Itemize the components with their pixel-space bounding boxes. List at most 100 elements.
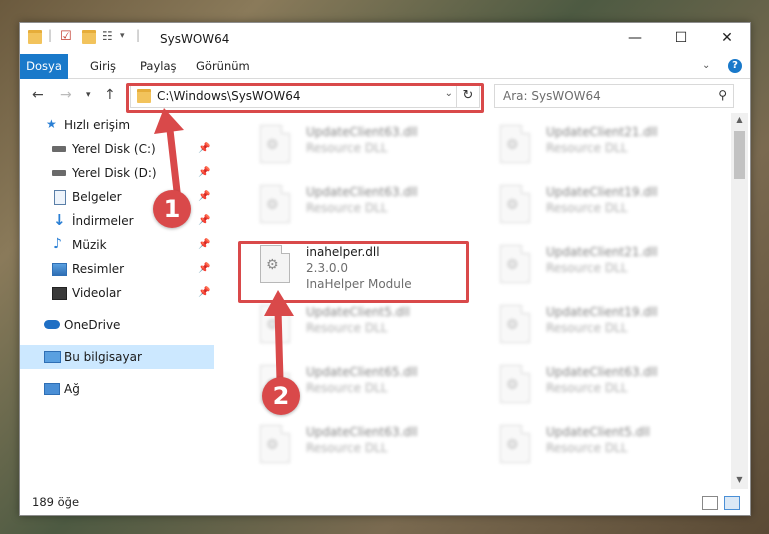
properties-icon[interactable]: ☑ <box>60 29 72 44</box>
vertical-scrollbar[interactable]: ▲ ▼ <box>731 113 748 489</box>
sidebar-item-pictures[interactable]: Resimler 📌 <box>20 257 214 281</box>
file-name: UpdateClient63.dll <box>306 125 418 139</box>
file-item[interactable]: ⚙ UpdateClient63.dll Resource DLL <box>480 359 700 411</box>
tab-home[interactable]: Giriş <box>90 54 116 78</box>
downloads-icon: ↓ <box>53 211 66 229</box>
callout-1: 1 <box>153 190 191 228</box>
maximize-button[interactable]: ☐ <box>658 23 704 54</box>
ribbon: Dosya Giriş Paylaş Görünüm ⌄ ? <box>20 54 750 106</box>
separator: | <box>48 28 53 42</box>
sidebar-item-videos[interactable]: Videolar 📌 <box>20 281 214 305</box>
file-description: Resource DLL <box>546 381 628 395</box>
sidebar-item-label: Ağ <box>64 382 80 396</box>
file-description: Resource DLL <box>546 441 628 455</box>
minimize-button[interactable]: — <box>612 23 658 54</box>
sidebar-item-label: OneDrive <box>64 318 121 332</box>
large-icons-view-icon[interactable] <box>724 496 740 510</box>
file-description: Resource DLL <box>306 441 388 455</box>
file-description: Resource DLL <box>306 381 388 395</box>
pin-icon[interactable]: 📌 <box>198 257 210 281</box>
explorer-window: | ☑ ☷ ▾ | SysWOW64 — ☐ ✕ Dosya Giriş Pay… <box>19 22 751 516</box>
file-item[interactable]: ⚙ UpdateClient5.dll Resource DLL <box>480 419 700 471</box>
pin-icon[interactable]: 📌 <box>198 233 210 257</box>
file-description: Resource DLL <box>546 261 628 275</box>
cloud-icon <box>44 320 60 329</box>
file-name: UpdateClient21.dll <box>546 125 658 139</box>
recent-chevron-icon[interactable]: ▾ <box>86 90 91 100</box>
pictures-icon <box>52 263 67 276</box>
help-icon[interactable]: ? <box>728 59 742 73</box>
file-name: UpdateClient21.dll <box>546 245 658 259</box>
gear-icon: ⚙ <box>506 317 519 333</box>
file-item[interactable]: ⚙ UpdateClient19.dll Resource DLL <box>480 299 700 351</box>
close-button[interactable]: ✕ <box>704 23 750 54</box>
sidebar-item-label: Hızlı erişim <box>64 118 131 132</box>
window-title: SysWOW64 <box>160 32 230 46</box>
file-name: UpdateClient63.dll <box>306 425 418 439</box>
separator: | <box>136 28 141 42</box>
drive-icon <box>52 146 66 152</box>
documents-icon <box>54 190 66 205</box>
computer-icon <box>44 351 61 363</box>
callout-2: 2 <box>262 377 300 415</box>
gear-icon: ⚙ <box>506 137 519 153</box>
sidebar-item-label: Bu bilgisayar <box>64 350 142 364</box>
expand-ribbon-icon[interactable]: ⌄ <box>702 54 710 78</box>
status-bar: 189 öğe <box>20 489 750 515</box>
file-description: Resource DLL <box>306 141 388 155</box>
music-icon: ♪ <box>53 236 62 252</box>
scrollbar-thumb[interactable] <box>734 131 745 179</box>
file-item[interactable]: ⚙ UpdateClient63.dll Resource DLL <box>240 119 460 171</box>
scroll-up-icon[interactable]: ▲ <box>731 115 748 124</box>
network-icon <box>44 383 60 395</box>
pin-icon[interactable]: 📌 <box>198 209 210 233</box>
sidebar-item-this-pc[interactable]: Bu bilgisayar <box>20 345 214 369</box>
sidebar-item-label: Resimler <box>72 262 125 276</box>
tab-share[interactable]: Paylaş <box>140 54 177 78</box>
sidebar-item-network[interactable]: Ağ <box>20 377 214 401</box>
title-bar: | ☑ ☷ ▾ | SysWOW64 — ☐ ✕ <box>20 23 750 54</box>
file-name: UpdateClient63.dll <box>306 185 418 199</box>
sidebar-item-label: Belgeler <box>72 190 122 204</box>
file-description: Resource DLL <box>306 321 388 335</box>
gear-icon: ⚙ <box>266 437 279 453</box>
scroll-down-icon[interactable]: ▼ <box>731 475 748 484</box>
search-box[interactable]: Ara: SysWOW64 ⚲ <box>494 84 734 108</box>
file-name: UpdateClient63.dll <box>546 365 658 379</box>
search-icon[interactable]: ⚲ <box>718 88 727 102</box>
pin-icon[interactable]: 📌 <box>198 281 210 305</box>
gear-icon: ⚙ <box>506 257 519 273</box>
new-folder-icon[interactable] <box>82 30 96 44</box>
folder-icon <box>28 30 42 44</box>
gear-icon: ⚙ <box>506 197 519 213</box>
up-arrow-icon[interactable]: ↑ <box>104 87 116 103</box>
sidebar-item-label: İndirmeler <box>72 214 134 228</box>
file-description: Resource DLL <box>546 141 628 155</box>
item-count: 189 öğe <box>32 495 80 509</box>
file-name: UpdateClient65.dll <box>306 365 418 379</box>
sidebar-item-music[interactable]: ♪ Müzik 📌 <box>20 233 214 257</box>
sidebar-item-label: Videolar <box>72 286 122 300</box>
chevron-down-icon[interactable]: ▾ <box>120 31 125 41</box>
file-name: UpdateClient19.dll <box>546 305 658 319</box>
customize-icon[interactable]: ☷ <box>102 29 113 43</box>
search-placeholder[interactable]: Ara: SysWOW64 <box>503 89 601 103</box>
back-arrow-icon[interactable]: ← <box>32 87 44 103</box>
file-item[interactable]: ⚙ UpdateClient63.dll Resource DLL <box>240 179 460 231</box>
details-view-icon[interactable] <box>702 496 718 510</box>
file-item[interactable]: ⚙ UpdateClient21.dll Resource DLL <box>480 119 700 171</box>
file-item[interactable]: ⚙ UpdateClient19.dll Resource DLL <box>480 179 700 231</box>
file-item[interactable]: ⚙ UpdateClient63.dll Resource DLL <box>240 419 460 471</box>
file-description: Resource DLL <box>306 201 388 215</box>
file-description: Resource DLL <box>546 201 628 215</box>
file-item[interactable]: ⚙ UpdateClient21.dll Resource DLL <box>480 239 700 291</box>
gear-icon: ⚙ <box>506 377 519 393</box>
drive-icon <box>52 170 66 176</box>
sidebar-item-onedrive[interactable]: OneDrive <box>20 313 214 337</box>
sidebar-item-label: Yerel Disk (D:) <box>72 166 157 180</box>
forward-arrow-icon[interactable]: → <box>60 87 72 103</box>
file-name: UpdateClient19.dll <box>546 185 658 199</box>
gear-icon: ⚙ <box>266 137 279 153</box>
star-icon: ★ <box>46 117 57 131</box>
tab-view[interactable]: Görünüm <box>196 54 250 78</box>
